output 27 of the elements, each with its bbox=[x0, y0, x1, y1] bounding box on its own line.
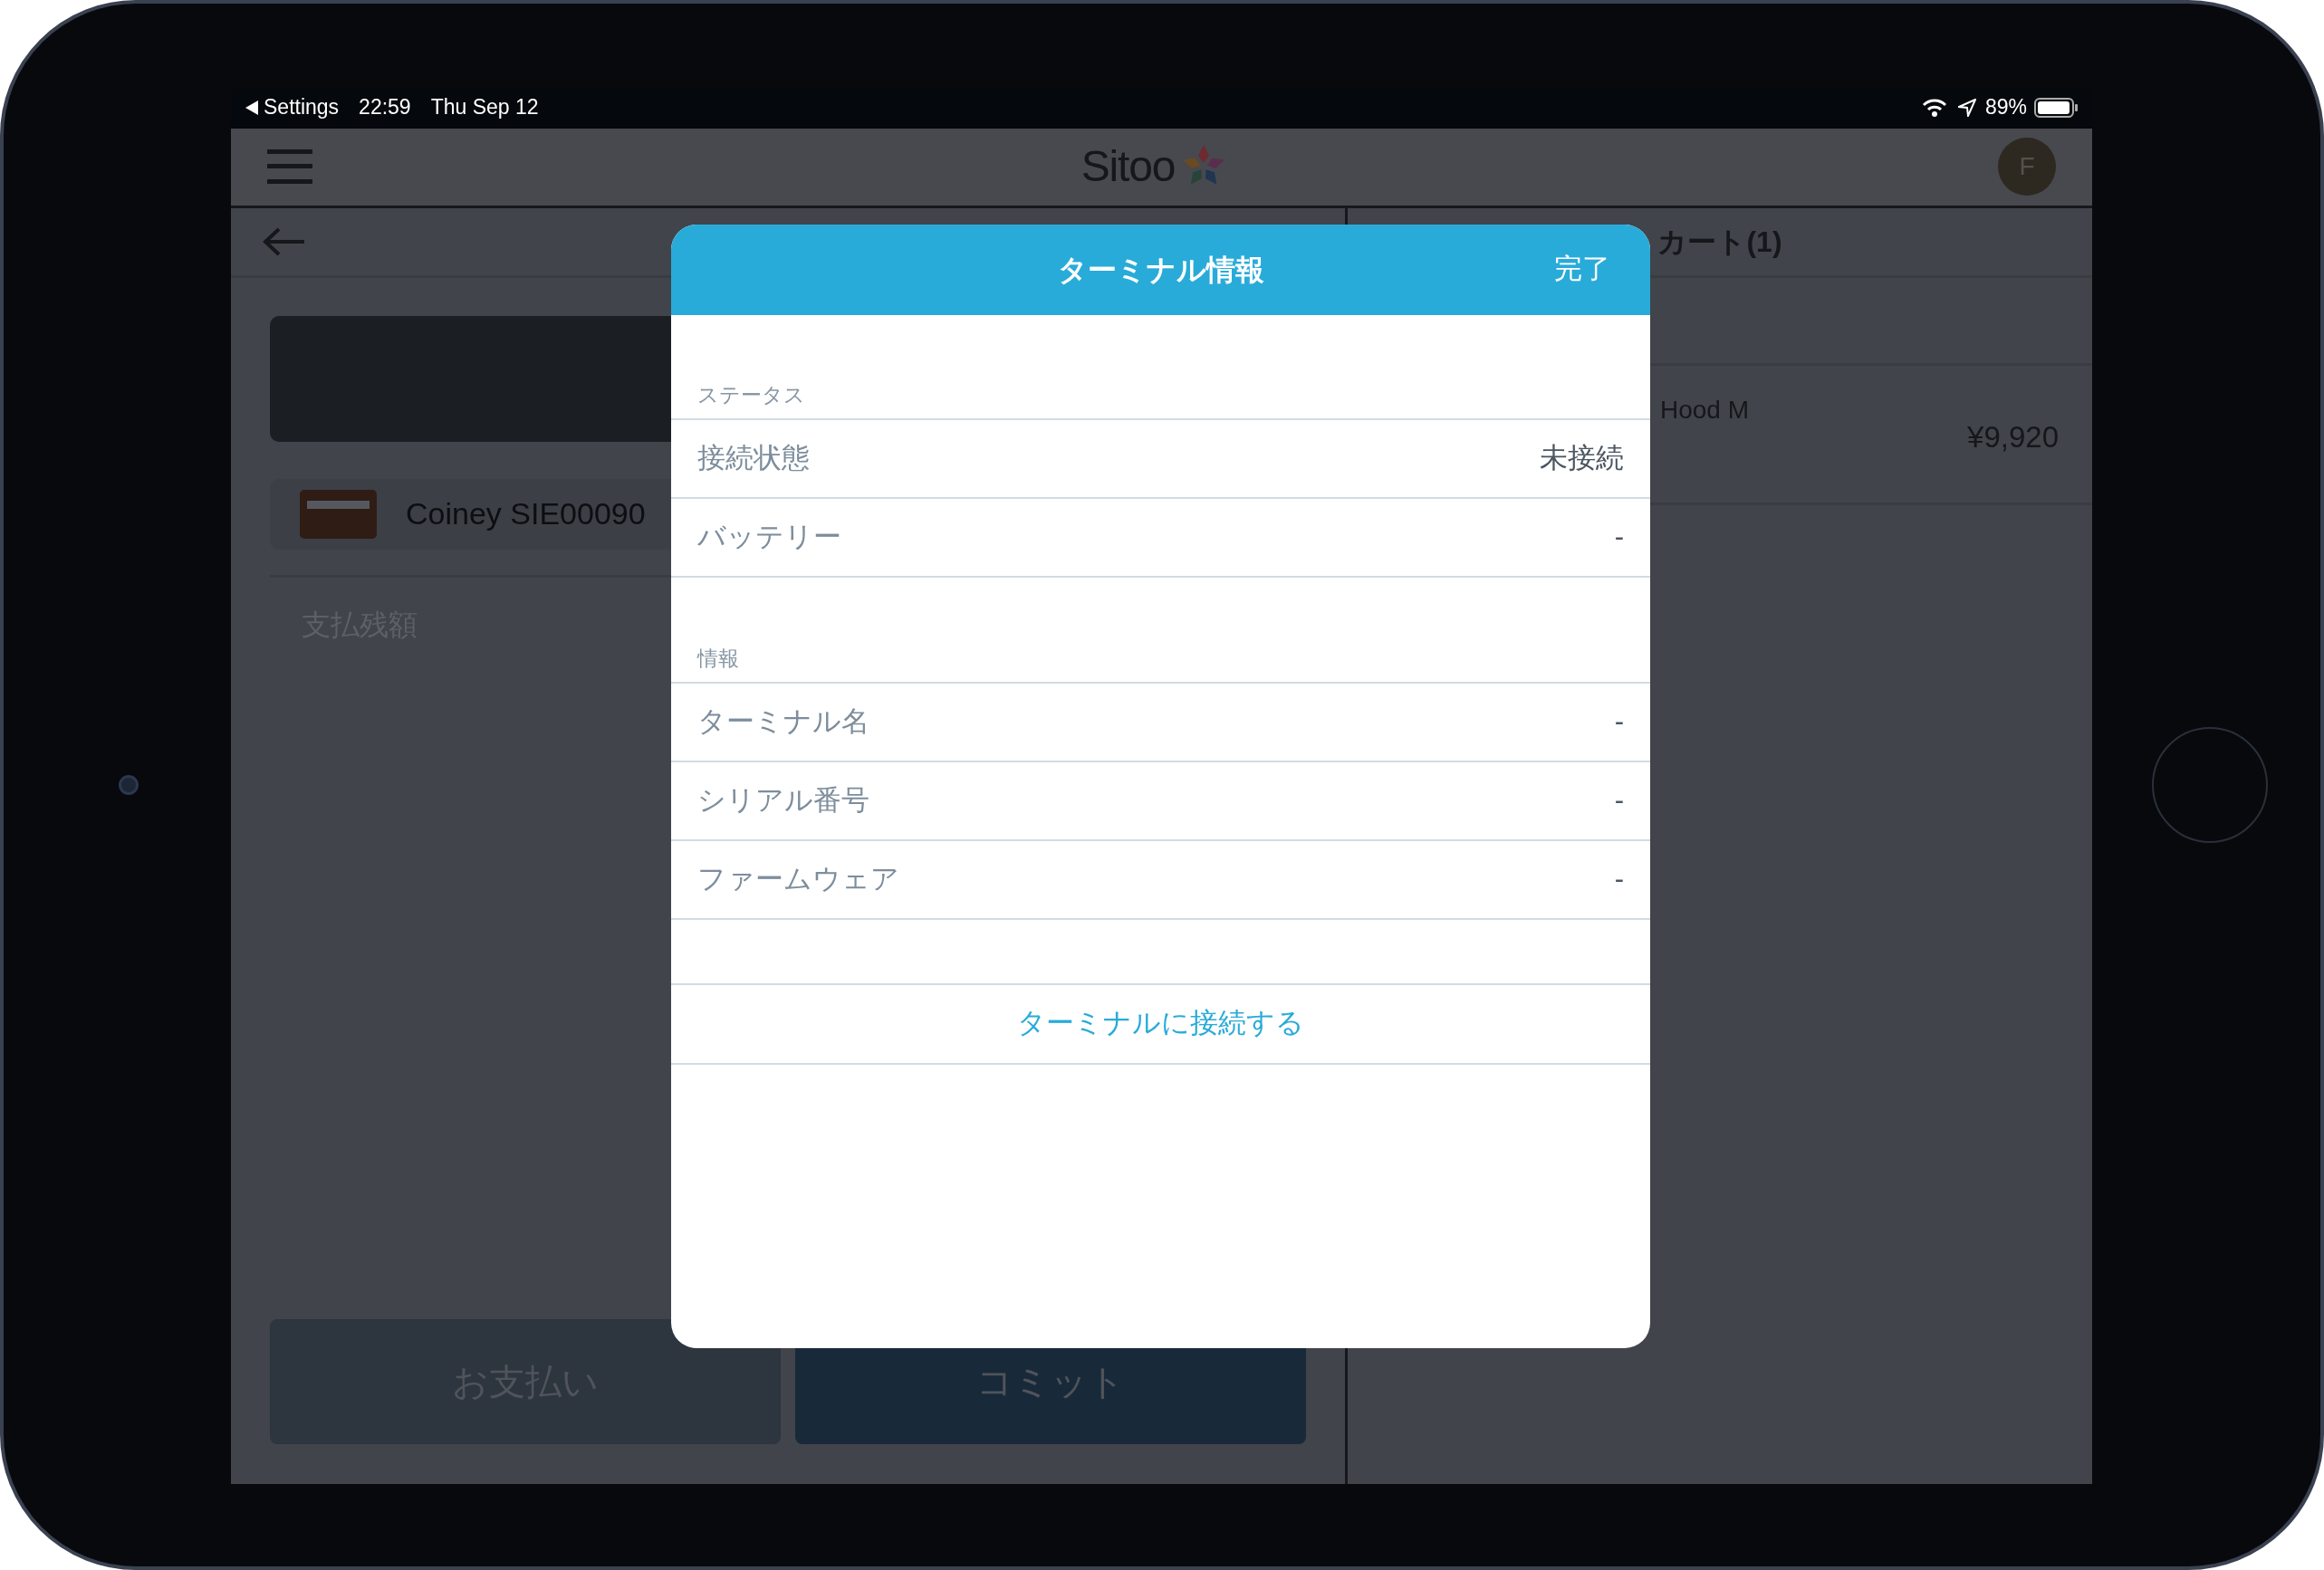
row-value: 未接続 bbox=[1540, 440, 1624, 475]
row-value: - bbox=[1614, 782, 1624, 818]
row-value: - bbox=[1614, 861, 1624, 896]
row-label: シリアル番号 bbox=[697, 782, 869, 818]
back-triangle-icon bbox=[245, 100, 258, 115]
camera-icon bbox=[119, 775, 139, 795]
battery-icon bbox=[2034, 97, 2078, 118]
location-arrow-icon bbox=[1957, 98, 1976, 117]
done-button[interactable]: 完了 bbox=[1554, 248, 1610, 291]
row-label: バッテリー bbox=[697, 519, 841, 554]
menu-icon[interactable] bbox=[267, 149, 312, 184]
wifi-icon bbox=[1921, 97, 1947, 118]
row-label: ファームウェア bbox=[697, 861, 899, 896]
back-link[interactable]: Settings bbox=[245, 91, 340, 123]
section-label: ステータス bbox=[697, 382, 805, 408]
dialog-title: ターミナル情報 bbox=[1057, 252, 1264, 288]
battery-percent: 89% bbox=[1984, 94, 2027, 121]
back-arrow-icon[interactable] bbox=[263, 225, 306, 257]
row-label: ターミナル名 bbox=[697, 704, 869, 739]
row-value: - bbox=[1614, 704, 1624, 739]
row-label: 接続状態 bbox=[697, 440, 810, 475]
connect-terminal-link[interactable]: ターミナルに接続する bbox=[671, 984, 1650, 1065]
card-icon bbox=[300, 489, 377, 539]
status-date: Thu Sep 12 bbox=[430, 94, 539, 121]
section-label: 情報 bbox=[697, 646, 739, 672]
status-time: 22:59 bbox=[359, 94, 411, 121]
row-value: - bbox=[1614, 519, 1624, 554]
